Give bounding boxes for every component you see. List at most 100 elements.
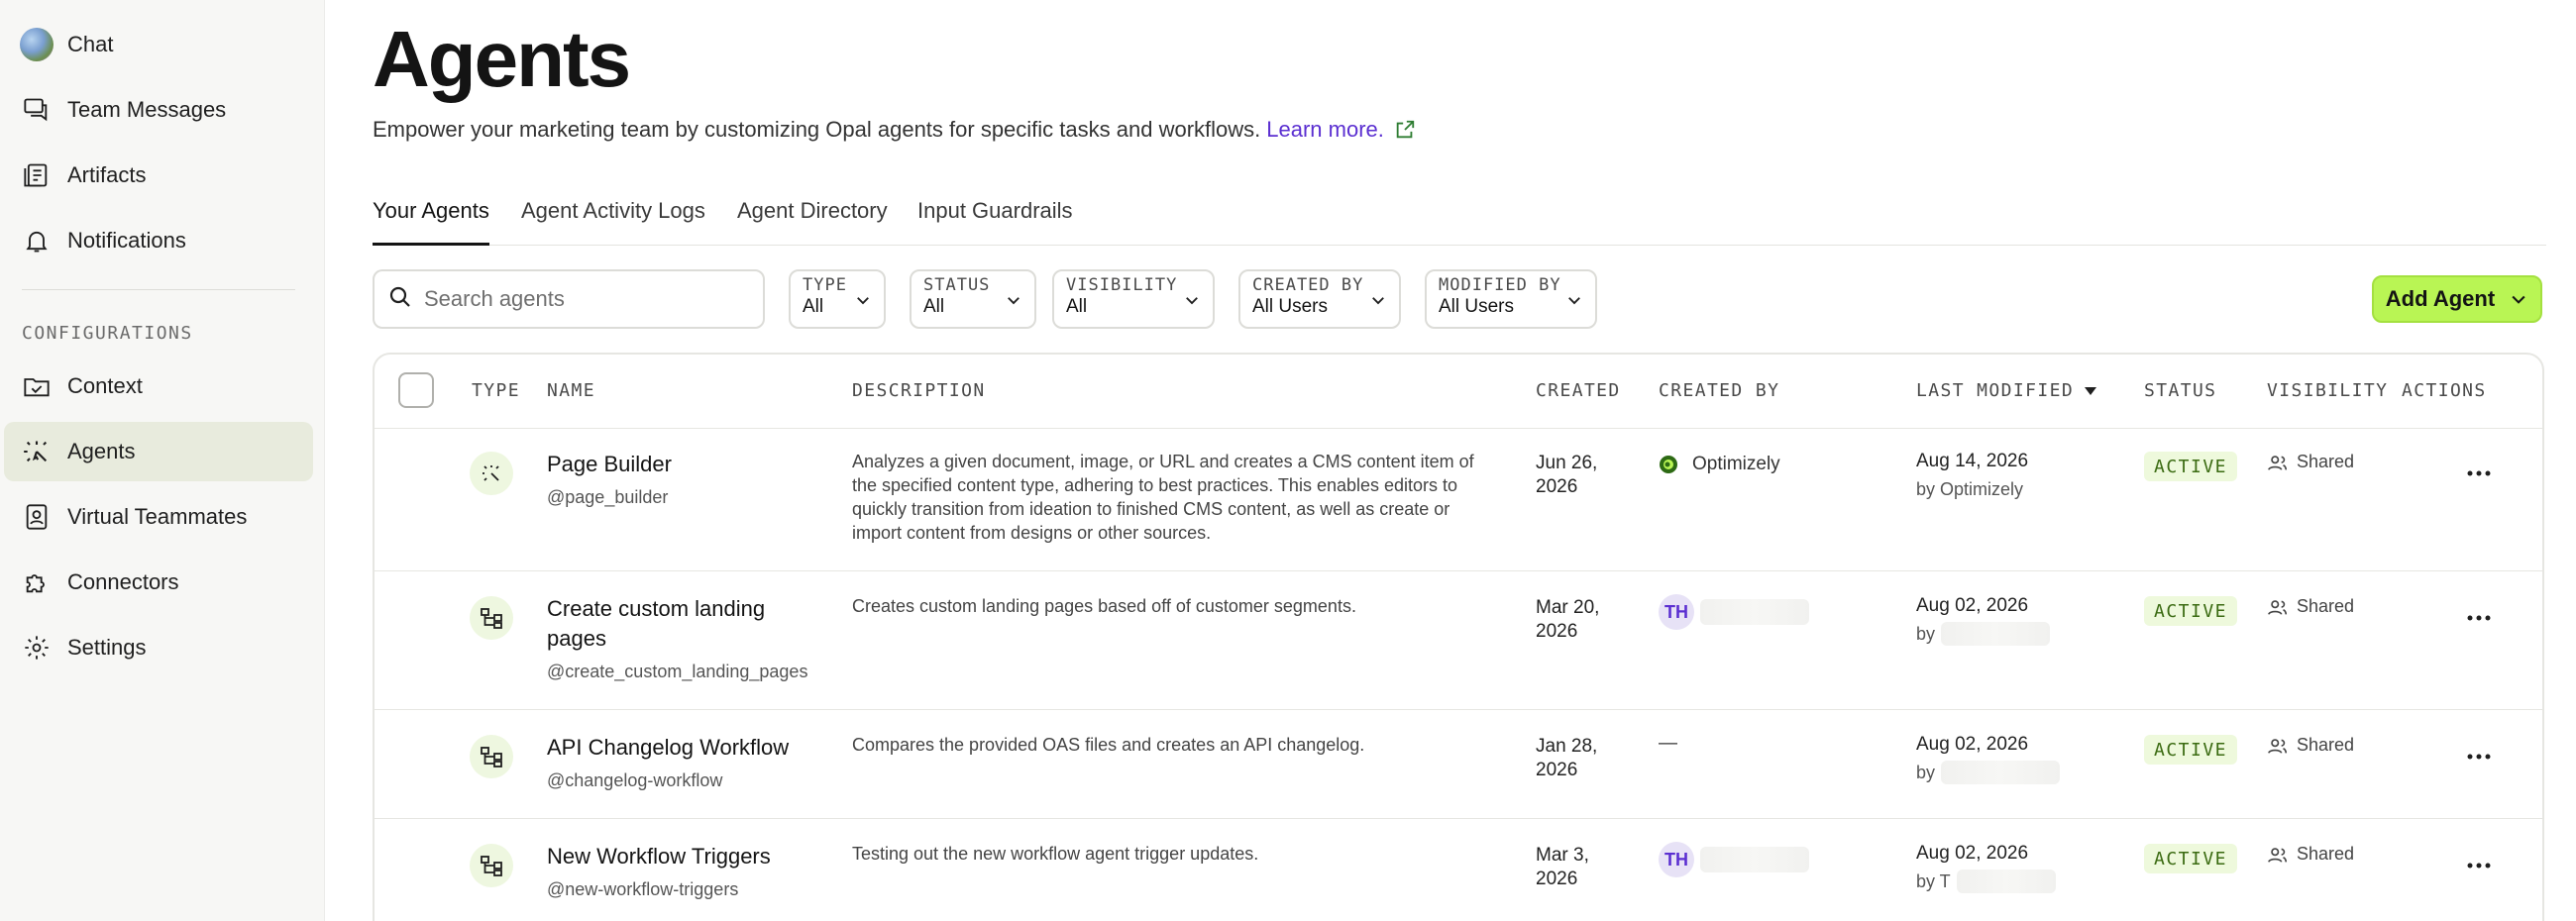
- sidebar-item-label: Artifacts: [67, 162, 147, 187]
- created-by-name: Optimizely: [1692, 454, 1780, 474]
- sidebar-item-notifications[interactable]: Notifications: [4, 211, 313, 270]
- tab-your-agents[interactable]: Your Agents: [373, 198, 489, 246]
- sidebar-item-chat[interactable]: Chat: [4, 15, 313, 74]
- filter-label: MODIFIED BY: [1439, 275, 1561, 295]
- sidebar-item-artifacts[interactable]: Artifacts: [4, 146, 313, 205]
- row-divider: [375, 818, 2542, 819]
- tab-bar: Your Agents Agent Activity Logs Agent Di…: [373, 194, 2546, 246]
- filter-value: All Users: [1439, 296, 1515, 317]
- filter-type[interactable]: TYPE All: [789, 269, 886, 329]
- more-horizontal-icon: [2467, 754, 2491, 760]
- agent-name[interactable]: Page Builder: [547, 450, 814, 479]
- column-header-visibility[interactable]: VISIBILITY: [2267, 380, 2388, 401]
- learn-more-link[interactable]: Learn more.: [1266, 117, 1384, 143]
- chevron-down-icon: [1183, 291, 1201, 314]
- sidebar-item-label: Notifications: [67, 228, 186, 253]
- column-header-description: DESCRIPTION: [852, 380, 986, 401]
- filter-status[interactable]: STATUS All: [910, 269, 1036, 329]
- modified-by-prefix: by: [1916, 763, 1936, 782]
- chevron-down-icon: [1005, 291, 1022, 314]
- tab-agent-directory[interactable]: Agent Directory: [737, 198, 888, 246]
- select-all-checkbox[interactable]: [398, 372, 434, 408]
- column-header-name[interactable]: NAME: [547, 380, 595, 401]
- folder-check-icon: [20, 369, 54, 403]
- column-header-label: LAST MODIFIED: [1916, 380, 2075, 401]
- created-date: Mar 20, 2026: [1536, 596, 1599, 644]
- sidebar-item-label: Chat: [67, 32, 114, 56]
- agent-description: Testing out the new workflow agent trigg…: [852, 844, 1259, 864]
- modified-by-prefix: by T: [1916, 871, 1951, 891]
- add-agent-button[interactable]: Add Agent: [2372, 275, 2542, 323]
- agent-handle: @page_builder: [547, 487, 669, 507]
- search-input[interactable]: [424, 286, 741, 312]
- row-actions-button[interactable]: [2459, 737, 2499, 776]
- avatar: TH: [1659, 842, 1694, 877]
- shared-users-icon: [2268, 599, 2288, 615]
- filter-modified-by[interactable]: MODIFIED BY All Users: [1425, 269, 1597, 329]
- sidebar-item-virtual-teammates[interactable]: Virtual Teammates: [4, 487, 313, 547]
- filter-label: CREATED BY: [1252, 275, 1364, 295]
- row-actions-button[interactable]: [2459, 454, 2499, 493]
- agent-name[interactable]: Create custom landing pages: [547, 594, 814, 654]
- visibility-label: Shared: [2297, 452, 2355, 471]
- sidebar-item-agents[interactable]: Agents: [4, 422, 313, 481]
- agent-handle: @new-workflow-triggers: [547, 879, 739, 899]
- filter-visibility[interactable]: VISIBILITY All: [1052, 269, 1215, 329]
- created-by-name: —: [1659, 733, 1677, 754]
- agent-handle: @create_custom_landing_pages: [547, 662, 808, 681]
- main-content: Agents Empower your marketing team by cu…: [373, 0, 2546, 921]
- column-header-created[interactable]: CREATED: [1536, 380, 1621, 401]
- gear-icon: [20, 631, 54, 665]
- created-date-line1: Jan 28,: [1536, 736, 1598, 757]
- agent-description: Analyzes a given document, image, or URL…: [852, 452, 1474, 543]
- created-by: TH: [1659, 594, 1809, 630]
- created-date-line1: Jun 26,: [1536, 453, 1598, 473]
- bell-icon: [20, 224, 54, 257]
- row-actions-button[interactable]: [2459, 846, 2499, 885]
- created-date-line2: 2026: [1536, 760, 1578, 780]
- id-badge-icon: [20, 500, 54, 534]
- last-modified: Aug 02, 2026 by: [1916, 731, 2061, 786]
- sidebar-item-label: Agents: [67, 439, 136, 463]
- column-header-last-modified[interactable]: LAST MODIFIED: [1916, 380, 2097, 401]
- created-date-line1: Mar 20,: [1536, 597, 1600, 618]
- filter-created-by[interactable]: CREATED BY All Users: [1238, 269, 1401, 329]
- last-modified: Aug 02, 2026 by T: [1916, 840, 2056, 895]
- column-header-created-by[interactable]: CREATED BY: [1659, 380, 1779, 401]
- tab-input-guardrails[interactable]: Input Guardrails: [917, 198, 1073, 246]
- modified-date: Aug 14, 2026: [1916, 451, 2029, 471]
- sidebar-item-settings[interactable]: Settings: [4, 618, 313, 677]
- agent-name[interactable]: API Changelog Workflow: [547, 733, 814, 763]
- agent-sparkle-icon: [20, 435, 54, 468]
- subtitle-text: Empower your marketing team by customizi…: [373, 117, 1261, 142]
- redacted-name: [1700, 847, 1809, 872]
- created-date: Mar 3, 2026: [1536, 844, 1589, 891]
- sidebar-item-label: Connectors: [67, 569, 179, 594]
- row-actions-button[interactable]: [2459, 598, 2499, 638]
- more-horizontal-icon: [2467, 470, 2491, 476]
- chevron-down-icon: [854, 291, 872, 314]
- visibility: Shared: [2267, 735, 2354, 756]
- modified-by: by Optimizely: [1916, 479, 2024, 499]
- agent-name[interactable]: New Workflow Triggers: [547, 842, 814, 871]
- filter-value: All Users: [1252, 296, 1329, 317]
- shared-users-icon: [2268, 455, 2288, 470]
- external-link-icon[interactable]: [1394, 119, 1416, 141]
- sidebar-item-team-messages[interactable]: Team Messages: [4, 80, 313, 140]
- modified-by: by: [1916, 759, 2061, 786]
- status-badge: ACTIVE: [2144, 596, 2238, 626]
- status-badge: ACTIVE: [2144, 735, 2238, 765]
- column-header-status[interactable]: STATUS: [2144, 380, 2216, 401]
- avatar: TH: [1659, 594, 1694, 630]
- created-by: TH: [1659, 842, 1809, 877]
- redacted-name: [1700, 599, 1809, 625]
- sidebar-item-context[interactable]: Context: [4, 357, 313, 416]
- agent-description: Compares the provided OAS files and crea…: [852, 735, 1365, 755]
- page-subtitle: Empower your marketing team by customizi…: [373, 117, 1416, 143]
- visibility-label: Shared: [2297, 735, 2355, 755]
- tab-agent-activity-logs[interactable]: Agent Activity Logs: [521, 198, 705, 246]
- visibility: Shared: [2267, 844, 2354, 865]
- visibility: Shared: [2267, 452, 2354, 472]
- redacted-name: [1956, 870, 2056, 893]
- sidebar-item-connectors[interactable]: Connectors: [4, 553, 313, 612]
